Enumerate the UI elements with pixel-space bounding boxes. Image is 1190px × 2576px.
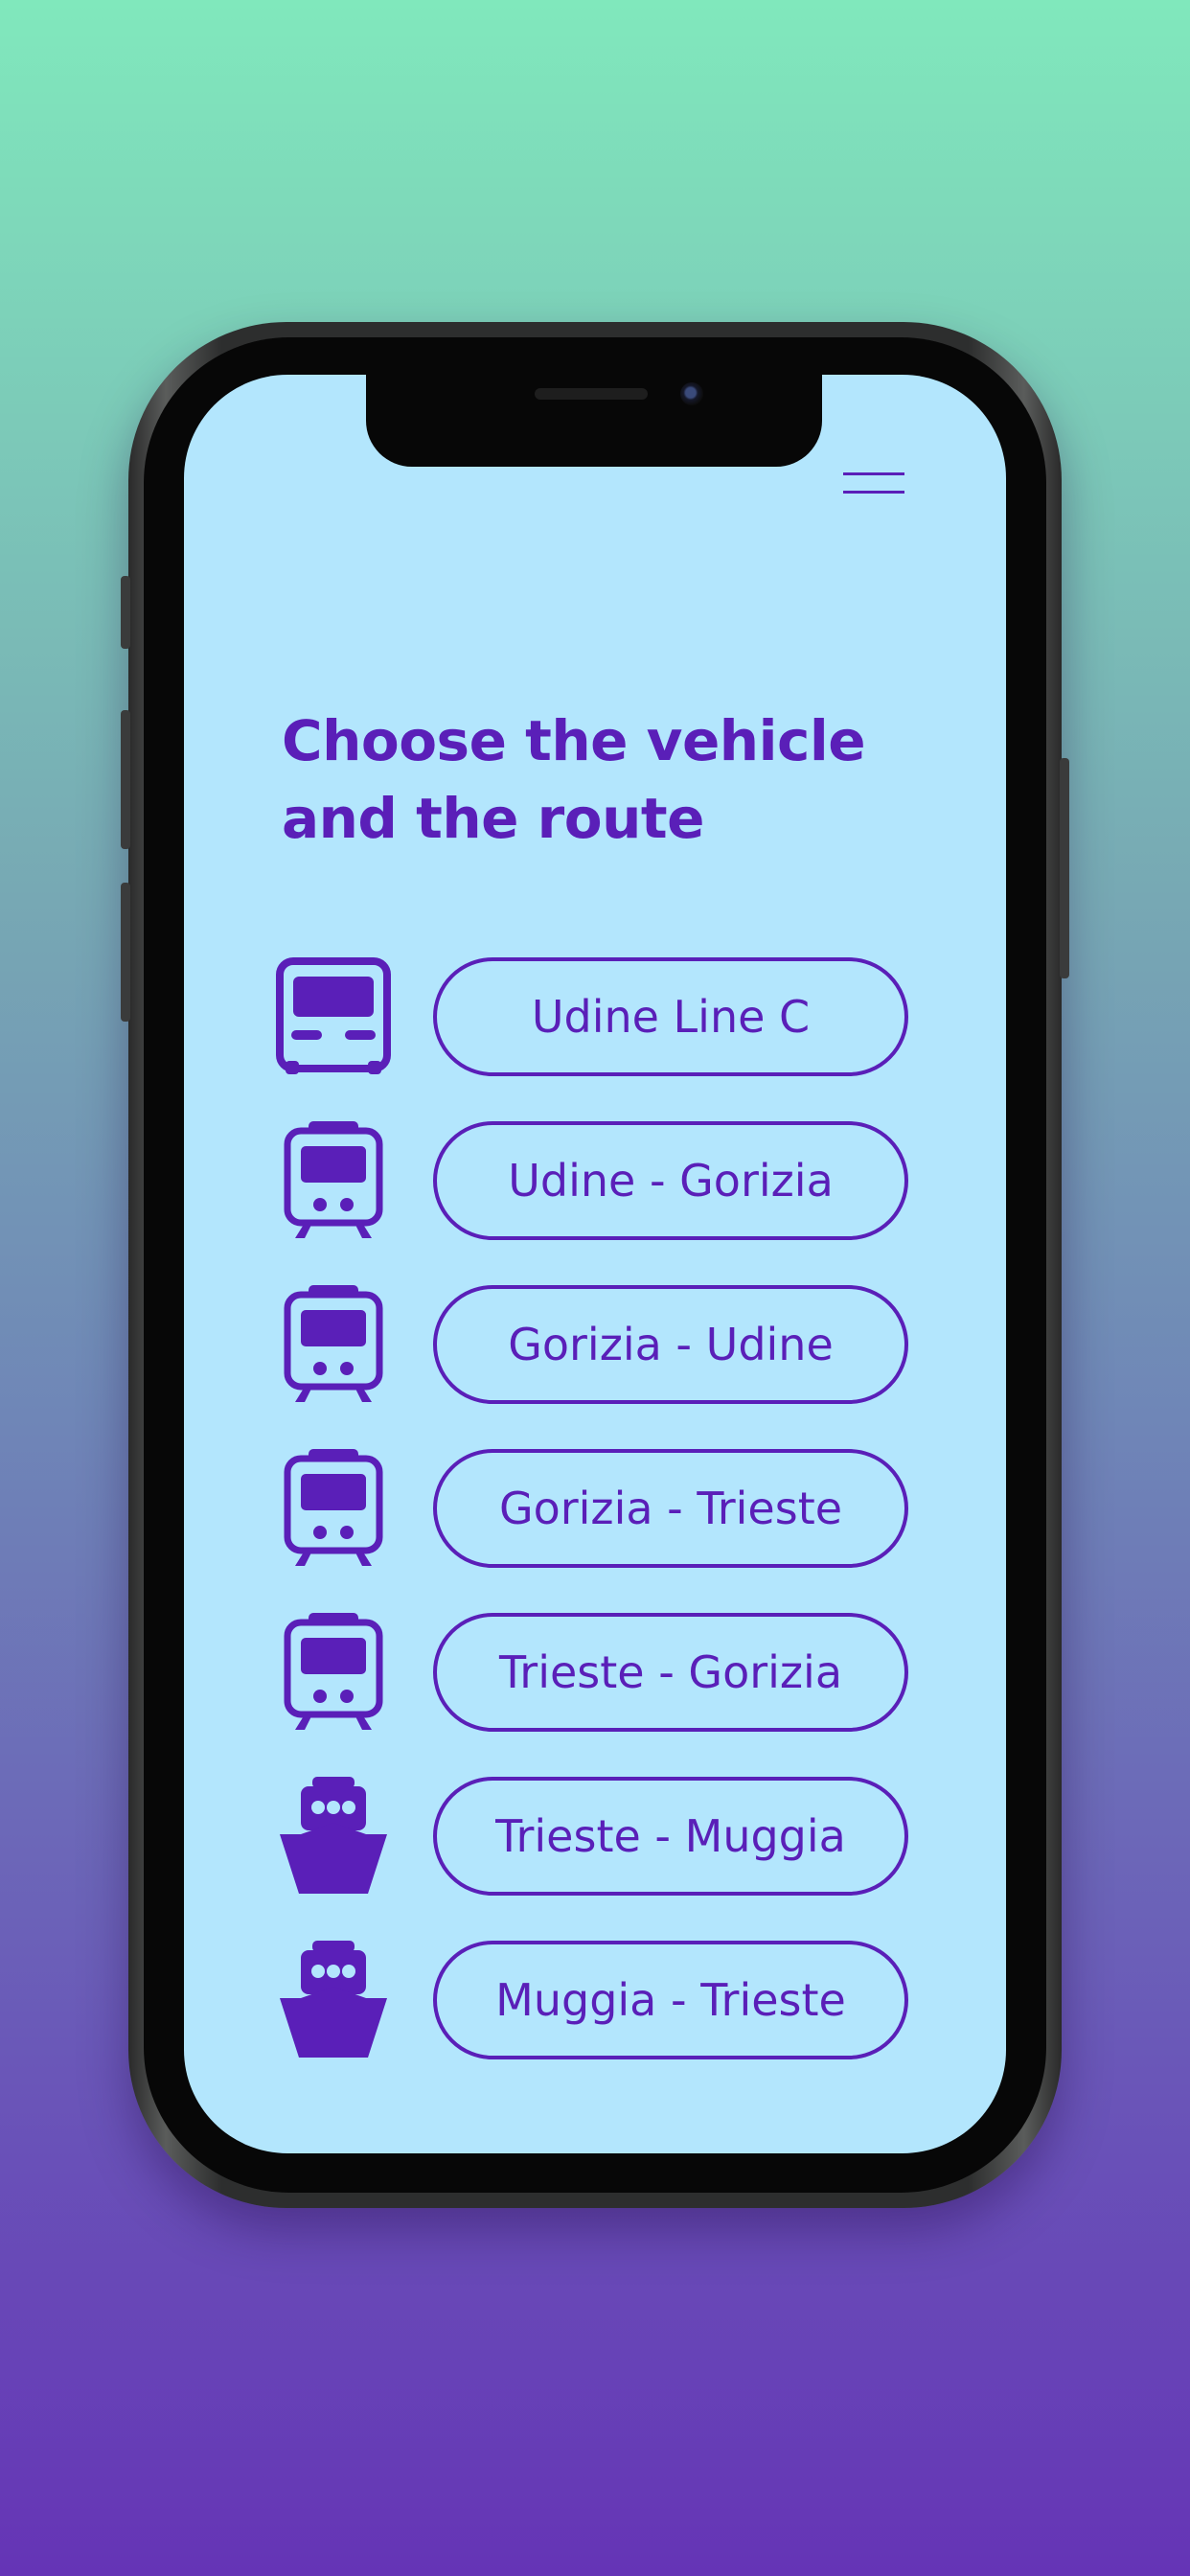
route-button[interactable]: Gorizia - Trieste (433, 1449, 908, 1568)
route-button[interactable]: Trieste - Muggia (433, 1777, 908, 1896)
route-row: Muggia - Trieste (184, 1941, 1006, 2059)
phone-mockup: Choose the vehicle and the route Udine L… (121, 322, 1069, 2208)
route-row: Gorizia - Udine (184, 1285, 1006, 1404)
hamburger-menu-icon[interactable] (843, 463, 904, 505)
phone-silent-switch (121, 576, 130, 649)
phone-notch (366, 375, 822, 467)
front-camera (680, 382, 703, 405)
route-button[interactable]: Udine Line C (433, 957, 908, 1076)
speaker-grille (535, 388, 648, 400)
bus-icon (276, 957, 391, 1076)
phone-volume-up-button (121, 710, 130, 849)
route-button[interactable]: Muggia - Trieste (433, 1941, 908, 2059)
train-icon (276, 1613, 391, 1732)
route-row: Gorizia - Trieste (184, 1449, 1006, 1568)
ferry-icon (276, 1941, 391, 2059)
route-row: Trieste - Gorizia (184, 1613, 1006, 1732)
menu-line (843, 491, 904, 494)
app-screen: Choose the vehicle and the route Udine L… (184, 375, 1006, 2153)
page-title: Choose the vehicle and the route (282, 708, 866, 851)
ferry-icon (276, 1777, 391, 1896)
train-icon (276, 1121, 391, 1240)
phone-volume-down-button (121, 883, 130, 1022)
route-button[interactable]: Udine - Gorizia (433, 1121, 908, 1240)
route-button[interactable]: Gorizia - Udine (433, 1285, 908, 1404)
route-row: Trieste - Muggia (184, 1777, 1006, 1896)
route-row: Udine - Gorizia (184, 1121, 1006, 1240)
train-icon (276, 1285, 391, 1404)
phone-power-button (1060, 758, 1069, 978)
train-icon (276, 1449, 391, 1568)
menu-line (843, 472, 904, 475)
route-row: Udine Line C (184, 957, 1006, 1076)
route-button[interactable]: Trieste - Gorizia (433, 1613, 908, 1732)
